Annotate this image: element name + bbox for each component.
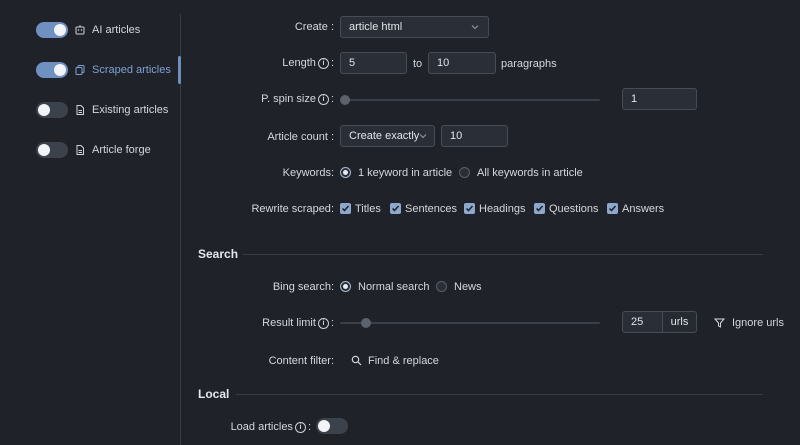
document-icon bbox=[74, 144, 86, 156]
article-count-label: Article count : bbox=[267, 131, 334, 143]
length-to-input[interactable]: 10 bbox=[428, 52, 496, 74]
find-replace-button[interactable]: Find & replace bbox=[368, 355, 439, 367]
spin-size-slider[interactable] bbox=[340, 99, 600, 101]
normal-search-radio[interactable] bbox=[340, 281, 351, 292]
check-icon bbox=[535, 205, 544, 212]
document-icon bbox=[74, 104, 86, 116]
sidebar-item-article-forge[interactable]: Article forge bbox=[36, 140, 151, 160]
rewrite-scraped-label: Rewrite scraped: bbox=[251, 203, 334, 215]
info-icon[interactable]: i bbox=[317, 57, 329, 69]
info-icon[interactable]: i bbox=[317, 317, 329, 329]
keywords-one-label[interactable]: 1 keyword in article bbox=[358, 167, 452, 179]
toggle-knob bbox=[54, 24, 66, 36]
info-icon[interactable]: i bbox=[294, 421, 306, 433]
ignore-urls-button[interactable]: Ignore urls bbox=[732, 317, 784, 329]
spin-size-label: P. spin size i: bbox=[261, 93, 334, 105]
length-to-text: to bbox=[413, 58, 423, 70]
titles-label[interactable]: Titles bbox=[355, 203, 381, 215]
chevron-down-icon bbox=[471, 25, 479, 30]
filter-icon[interactable] bbox=[714, 318, 725, 328]
sentences-checkbox[interactable] bbox=[390, 203, 401, 214]
toggle-knob bbox=[318, 420, 330, 432]
ai-articles-toggle[interactable] bbox=[36, 22, 68, 38]
article-count-mode-select[interactable]: Create exactly bbox=[340, 125, 435, 147]
sidebar-item-ai-articles[interactable]: AI articles bbox=[36, 20, 140, 40]
create-label: Create : bbox=[294, 21, 334, 33]
result-limit-label: Result limit i: bbox=[262, 317, 334, 329]
length-from-input[interactable]: 5 bbox=[340, 52, 407, 74]
result-limit-unit: urls bbox=[662, 311, 697, 333]
questions-label[interactable]: Questions bbox=[549, 203, 599, 215]
answers-checkbox[interactable] bbox=[607, 203, 618, 214]
toggle-knob bbox=[54, 64, 66, 76]
load-articles-label: Load articles i: bbox=[230, 421, 311, 433]
sidebar-item-label: Existing articles bbox=[92, 104, 169, 116]
sidebar-item-scraped-articles[interactable]: Scraped articles bbox=[36, 60, 171, 80]
sentences-label[interactable]: Sentences bbox=[405, 203, 457, 215]
scraped-articles-toggle[interactable] bbox=[36, 62, 68, 78]
headings-label[interactable]: Headings bbox=[479, 203, 525, 215]
article-forge-toggle[interactable] bbox=[36, 142, 68, 158]
copy-icon bbox=[74, 64, 86, 76]
search-divider bbox=[243, 254, 763, 255]
existing-articles-toggle[interactable] bbox=[36, 102, 68, 118]
sidebar-item-existing-articles[interactable]: Existing articles bbox=[36, 100, 168, 120]
questions-checkbox[interactable] bbox=[534, 203, 545, 214]
length-label: Length i: bbox=[282, 57, 334, 69]
bing-search-label: Bing search: bbox=[272, 281, 334, 293]
sidebar-item-label: Article forge bbox=[92, 144, 151, 156]
content-filter-label: Content filter: bbox=[268, 355, 334, 367]
headings-checkbox[interactable] bbox=[464, 203, 475, 214]
keywords-all-radio[interactable] bbox=[459, 167, 470, 178]
local-divider bbox=[236, 394, 763, 395]
news-radio[interactable] bbox=[436, 281, 447, 292]
sidebar-item-label: Scraped articles bbox=[92, 64, 171, 76]
info-icon[interactable]: i bbox=[317, 93, 329, 105]
result-limit-slider[interactable] bbox=[340, 322, 600, 324]
keywords-one-radio[interactable] bbox=[340, 167, 351, 178]
news-label[interactable]: News bbox=[454, 281, 482, 293]
sidebar: AI articles Scraped articles Existing ar… bbox=[0, 0, 181, 445]
robot-icon bbox=[74, 24, 86, 36]
normal-search-label[interactable]: Normal search bbox=[358, 281, 430, 293]
create-select[interactable]: article html bbox=[340, 16, 489, 38]
keywords-all-label[interactable]: All keywords in article bbox=[477, 167, 583, 179]
titles-checkbox[interactable] bbox=[340, 203, 351, 214]
spin-size-slider-thumb[interactable] bbox=[340, 95, 350, 105]
length-unit: paragraphs bbox=[501, 58, 557, 70]
selected-indicator bbox=[178, 56, 181, 84]
check-icon bbox=[608, 205, 617, 212]
check-icon bbox=[465, 205, 474, 212]
answers-label[interactable]: Answers bbox=[622, 203, 664, 215]
result-limit-slider-thumb[interactable] bbox=[360, 318, 371, 328]
local-section-title: Local bbox=[198, 387, 230, 401]
chevron-down-icon bbox=[419, 134, 427, 139]
search-icon[interactable] bbox=[351, 355, 362, 366]
spin-size-input[interactable]: 1 bbox=[622, 88, 697, 110]
search-section-title: Search bbox=[198, 247, 239, 261]
check-icon bbox=[341, 205, 350, 212]
toggle-knob bbox=[38, 104, 50, 116]
create-value: article html bbox=[349, 21, 403, 33]
result-limit-input[interactable]: 25 bbox=[622, 311, 663, 333]
load-articles-toggle[interactable] bbox=[316, 418, 348, 434]
sidebar-item-label: AI articles bbox=[92, 24, 141, 36]
article-count-input[interactable]: 10 bbox=[441, 125, 508, 147]
toggle-knob bbox=[38, 144, 50, 156]
keywords-label: Keywords: bbox=[282, 167, 334, 179]
check-icon bbox=[391, 205, 400, 212]
